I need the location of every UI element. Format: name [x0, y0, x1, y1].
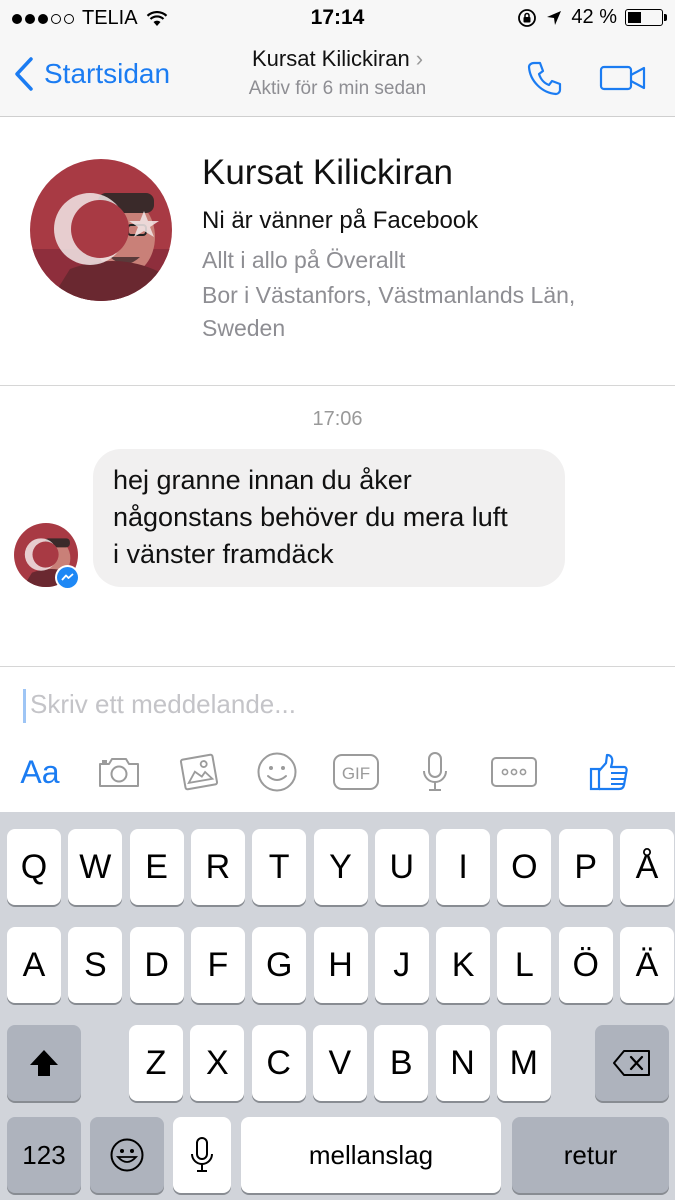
status-bar: TELIA 17:14 42 %	[0, 0, 675, 38]
shift-arrow-icon	[30, 1050, 58, 1076]
message-line-1: hej granne innan du åker	[113, 465, 412, 495]
text-format-button[interactable]: Aa	[16, 747, 64, 797]
key-w[interactable]: W	[68, 829, 123, 905]
gif-icon[interactable]: GIF	[332, 747, 380, 797]
shift-key[interactable]	[7, 1025, 81, 1101]
profile-name: Kursat Kilickiran	[202, 153, 453, 192]
key-i[interactable]: I	[436, 829, 491, 905]
message-line-3: i vänster framdäck	[113, 539, 334, 569]
gif-label: GIF	[342, 764, 370, 783]
key-g[interactable]: G	[252, 927, 307, 1003]
profile-photo	[30, 159, 172, 301]
key-a[interactable]: A	[7, 927, 61, 1003]
video-camera-icon[interactable]	[599, 62, 647, 94]
key-m[interactable]: M	[496, 1025, 551, 1101]
emoji-icon[interactable]	[254, 747, 300, 797]
emoji-keyboard-key[interactable]	[90, 1117, 164, 1193]
key-r[interactable]: R	[190, 829, 245, 905]
key-k[interactable]: K	[436, 927, 491, 1003]
text-cursor	[23, 689, 26, 723]
return-key[interactable]: retur	[512, 1117, 669, 1193]
key-q[interactable]: Q	[7, 829, 61, 905]
key-c[interactable]: C	[251, 1025, 306, 1101]
battery-percent: 42 %	[571, 6, 617, 28]
navigation-bar: Startsidan Kursat Kilickiran › Aktiv för …	[0, 38, 675, 117]
key-h[interactable]: H	[313, 927, 368, 1003]
message-input[interactable]	[30, 689, 630, 720]
key-b[interactable]: B	[374, 1025, 429, 1101]
microphone-icon[interactable]	[414, 747, 456, 797]
key-z[interactable]: Z	[129, 1025, 183, 1101]
thumbs-up-icon[interactable]	[586, 747, 632, 797]
message-line-2: någonstans behöver du mera luft	[113, 502, 508, 532]
composer-toolbar: Aa GIF	[0, 747, 675, 797]
location-arrow-icon	[547, 10, 562, 25]
camera-icon[interactable]	[96, 747, 142, 797]
profile-location-line-1: Bor i Västanfors, Västmanlands Län,	[202, 282, 576, 308]
key-t[interactable]: T	[252, 829, 307, 905]
key-x[interactable]: X	[190, 1025, 245, 1101]
key-e[interactable]: E	[129, 829, 184, 905]
profile-work: Allt i allo på Överallt	[202, 247, 406, 273]
emoji-keyboard-icon	[110, 1138, 144, 1172]
dictation-key[interactable]	[173, 1117, 231, 1193]
battery-icon	[625, 9, 667, 26]
keyboard: 123 mellanslag retur QWERTYUIOPÅ ASDFGHJK…	[0, 812, 675, 1200]
key-ä[interactable]: Ä	[620, 927, 674, 1003]
friendship-status: Ni är vänner på Facebook	[202, 207, 479, 234]
phone-icon[interactable]	[525, 58, 565, 98]
orientation-lock-icon	[518, 8, 537, 27]
avatar[interactable]	[30, 159, 172, 301]
dictation-mic-icon	[191, 1137, 213, 1172]
messenger-badge-icon	[55, 565, 80, 590]
message-timestamp: 17:06	[312, 408, 363, 430]
key-d[interactable]: D	[129, 927, 184, 1003]
call-actions	[525, 58, 647, 98]
key-f[interactable]: F	[190, 927, 245, 1003]
key-u[interactable]: U	[374, 829, 429, 905]
key-l[interactable]: L	[497, 927, 552, 1003]
numbers-key[interactable]: 123	[7, 1117, 81, 1193]
key-p[interactable]: P	[558, 829, 613, 905]
photo-gallery-icon[interactable]	[176, 747, 222, 797]
contact-name: Kursat Kilickiran	[251, 46, 410, 71]
key-v[interactable]: V	[312, 1025, 367, 1101]
message-bubble[interactable]: hej granne innan du åker någonstans behö…	[93, 449, 565, 587]
chevron-right-icon: ›	[415, 46, 424, 71]
key-s[interactable]: S	[68, 927, 123, 1003]
backspace-key[interactable]	[595, 1025, 669, 1101]
key-n[interactable]: N	[435, 1025, 490, 1101]
contact-profile-header: Kursat Kilickiran Ni är vänner på Facebo…	[0, 117, 675, 386]
key-å[interactable]: Å	[620, 829, 674, 905]
more-icon[interactable]	[490, 747, 538, 797]
key-y[interactable]: Y	[313, 829, 368, 905]
key-o[interactable]: O	[497, 829, 552, 905]
key-j[interactable]: J	[374, 927, 429, 1003]
space-key[interactable]: mellanslag	[241, 1117, 501, 1193]
key-ö[interactable]: Ö	[558, 927, 613, 1003]
status-right: 42 %	[517, 6, 667, 29]
profile-location-line-2: Sweden	[202, 315, 286, 341]
message-composer: Aa GIF	[0, 666, 675, 813]
backspace-icon	[613, 1050, 650, 1076]
